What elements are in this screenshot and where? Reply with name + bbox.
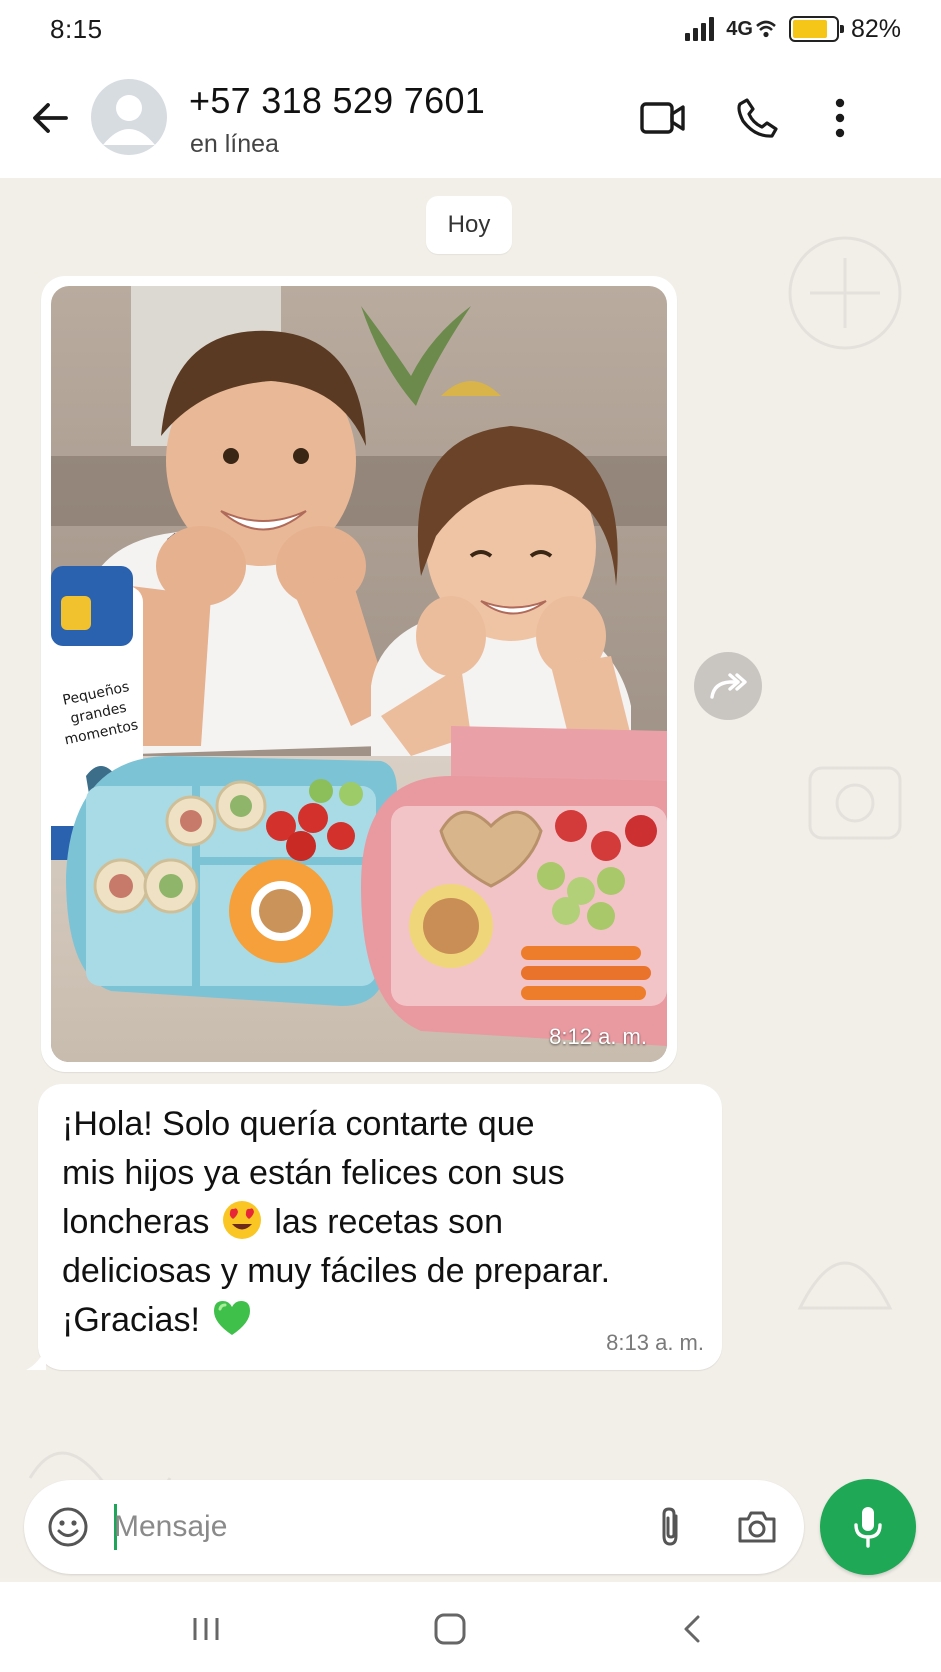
contact-name[interactable]: +57 318 529 7601 xyxy=(189,80,485,122)
back-button[interactable] xyxy=(24,90,76,146)
message-composer xyxy=(24,1480,804,1574)
wallpaper-doodle xyxy=(797,1261,893,1310)
heart-eyes-emoji xyxy=(222,1201,261,1239)
message-timestamp: 8:13 a. m. xyxy=(606,1330,704,1355)
battery-percent: 82% xyxy=(850,14,901,43)
avatar-placeholder-icon xyxy=(103,95,155,145)
message-input[interactable] xyxy=(114,1502,634,1552)
emoji-icon xyxy=(48,1507,88,1547)
wifi-icon xyxy=(756,20,776,38)
message-line: deliciosas y muy fáciles de preparar. xyxy=(62,1252,611,1290)
back-icon xyxy=(684,1615,700,1643)
message-body: ¡Hola! Solo quería contarte que mis hijo… xyxy=(62,1100,702,1345)
avatar[interactable] xyxy=(91,79,167,155)
shared-photo[interactable]: Pequeños grandes momentos 8:12 a. m. xyxy=(51,286,667,1062)
voice-record-button[interactable] xyxy=(820,1479,916,1575)
emoji-button[interactable] xyxy=(44,1503,92,1551)
home-icon xyxy=(434,1613,466,1645)
chat-area[interactable]: Hoy Pequeños grandes momentos 8:12 a. m.… xyxy=(0,178,941,1578)
attach-button[interactable] xyxy=(646,1502,696,1552)
lunchbox-kids-photo: Pequeños grandes momentos xyxy=(51,286,667,1062)
more-options-button[interactable] xyxy=(812,90,868,146)
forward-icon xyxy=(710,673,747,699)
status-time: 8:15 xyxy=(50,14,103,44)
image-timestamp: 8:12 a. m. xyxy=(549,1024,647,1049)
network-label: 4G xyxy=(726,17,753,40)
camera-button[interactable] xyxy=(732,1502,782,1552)
battery-fill xyxy=(792,20,828,38)
message-line: loncheras las recetas son xyxy=(62,1198,702,1247)
system-nav-bar xyxy=(0,1582,941,1672)
system-back-button[interactable] xyxy=(662,1604,722,1654)
mic-icon xyxy=(854,1507,882,1548)
back-arrow-icon xyxy=(33,103,68,133)
bubble-tail xyxy=(26,1348,46,1370)
message-fragment: loncheras xyxy=(62,1203,210,1241)
image-message[interactable]: Pequeños grandes momentos 8:12 a. m. xyxy=(41,276,677,1072)
recents-icon xyxy=(193,1618,219,1640)
camera-icon xyxy=(738,1511,776,1543)
voice-call-button[interactable] xyxy=(730,90,786,146)
date-chip: Hoy xyxy=(426,196,512,254)
home-button[interactable] xyxy=(420,1604,480,1654)
wallpaper-doodle xyxy=(788,236,902,350)
green-heart-emoji xyxy=(214,1301,251,1335)
wallpaper-doodle xyxy=(808,766,902,840)
more-vert-icon xyxy=(835,98,845,138)
recents-button[interactable] xyxy=(176,1604,236,1654)
status-bar: 8:15 4G 82% xyxy=(0,0,941,60)
signal-icon xyxy=(685,17,715,41)
phone-icon xyxy=(737,98,778,138)
network-indicator: 4G xyxy=(726,18,777,41)
battery-icon xyxy=(788,16,844,42)
message-line: ¡Hola! Solo quería contarte que xyxy=(62,1105,535,1143)
message-fragment: las recetas son xyxy=(274,1203,503,1241)
forward-button[interactable] xyxy=(694,652,762,720)
video-call-icon xyxy=(640,102,685,134)
chat-header: +57 318 529 7601 en línea xyxy=(0,60,941,178)
message-line: mis hijos ya están felices con sus xyxy=(62,1154,565,1192)
text-message[interactable]: ¡Hola! Solo quería contarte que mis hijo… xyxy=(26,1084,722,1370)
contact-status: en línea xyxy=(190,130,279,158)
video-call-button[interactable] xyxy=(635,90,691,146)
attach-icon xyxy=(662,1507,678,1546)
message-fragment: ¡Gracias! xyxy=(62,1301,200,1339)
status-indicators: 4G 82% xyxy=(685,12,901,46)
